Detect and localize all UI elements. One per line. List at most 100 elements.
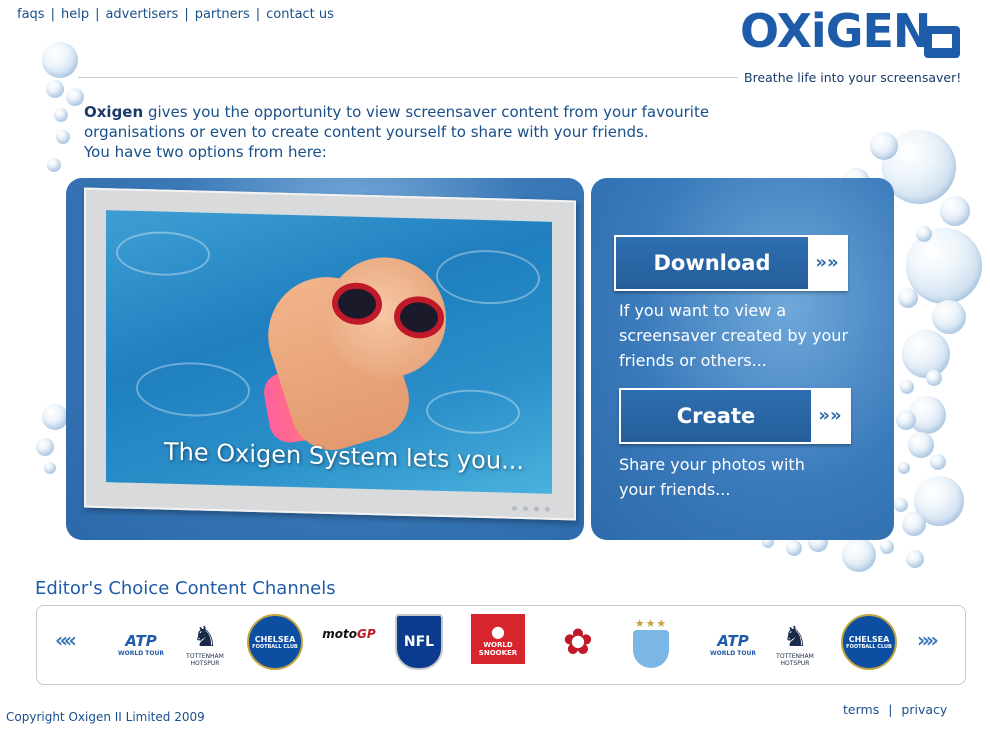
download-button-label: Download [653,251,771,275]
nav-partners-link[interactable]: partners [195,7,250,22]
chelsea-logo-sub: FOOTBALL CLUB [846,643,892,650]
intro-line-1-text: gives you the opportunity to view screen… [143,103,710,121]
bubble-decoration [56,130,70,144]
create-description: Share your photos with your friends... [619,455,805,499]
bubble-decoration [880,540,894,554]
channel-tottenham[interactable]: ♞ TOTTENHAM HOTSPUR [775,614,815,674]
nav-separator: | [184,7,189,22]
bubble-decoration [908,432,934,458]
goggles-left [332,282,382,326]
bubble-decoration [842,538,876,572]
atp-logo-text: ATP [125,631,157,650]
bubble-decoration [47,158,61,172]
bubble-decoration [930,454,946,470]
logo-tagline: Breathe life into your screensaver! [744,70,962,85]
terms-link[interactable]: terms [843,702,879,717]
nav-help-link[interactable]: help [61,7,89,22]
bubble-decoration [940,196,970,226]
stars-icon: ★★★ [634,616,668,630]
monitor-frame: The Oxigen System lets you... [84,187,576,521]
chelsea-logo-text: CHELSEA [848,634,890,644]
bubble-decoration [898,462,910,474]
intro-line-3: You have two options from here: [84,143,327,161]
water-caustic [436,248,540,306]
bubble-decoration [916,226,932,242]
bubble-decoration [902,512,926,536]
bubble-decoration [46,80,64,98]
options-panel: Download »» If you want to view a screen… [591,178,894,540]
channel-motogp[interactable]: moto GP [317,614,381,654]
tottenham-logo-text: TOTTENHAM HOTSPUR [186,653,224,667]
header-divider [78,77,738,78]
nav-faqs-link[interactable]: faqs [17,7,45,22]
double-chevron-right-icon: »» [808,237,846,289]
water-caustic [116,230,210,277]
nav-contact-us-link[interactable]: contact us [266,7,334,22]
bubble-decoration [44,462,56,474]
goggles-right [394,295,444,339]
logo-wordmark: OXiGEN [740,4,931,58]
nav-separator: | [95,7,100,22]
bubble-decoration [66,88,84,106]
snooker-logo-text: WORLD SNOOKER [478,640,518,657]
download-description: If you want to view a screensaver create… [619,301,849,370]
channel-chelsea[interactable]: CHELSEA FOOTBALL CLUB [841,614,897,670]
nav-advertisers-link[interactable]: advertisers [105,7,178,22]
channel-tottenham[interactable]: ♞ TOTTENHAM HOTSPUR [185,614,225,674]
motogp-logo-text: moto [322,627,358,641]
footer-separator: | [888,702,893,717]
bubble-decoration [42,404,68,430]
carousel-next-icon[interactable]: »» [917,628,939,652]
bubble-decoration [902,330,950,378]
privacy-link[interactable]: privacy [901,702,947,717]
motogp-logo-accent: GP [357,627,376,641]
carousel-prev-icon[interactable]: «« [55,628,77,652]
water-caustic [426,388,520,435]
oxigen-logo[interactable]: OXiGEN Breathe life into your screensave… [738,4,968,90]
channels-heading: Editor's Choice Content Channels [35,578,336,599]
copyright-text: Copyright Oxigen II Limited 2009 [6,710,205,724]
intro-line-2: organisations or even to create content … [84,123,649,141]
double-chevron-right-icon: »» [811,390,849,442]
bubble-decoration [42,42,78,78]
rose-icon: ✿ [562,621,594,663]
tottenham-logo-text: TOTTENHAM HOTSPUR [776,653,814,667]
atp-logo-text: ATP [717,631,749,650]
bubble-decoration [54,108,68,122]
channel-world-snooker[interactable]: ● WORLD SNOOKER [471,614,525,664]
screensaver-preview-image: The Oxigen System lets you... [106,210,552,494]
bubble-decoration [906,550,924,568]
channel-england-rugby[interactable]: ✿ [555,614,601,670]
atp-logo-sub: WORLD TOUR [118,649,164,657]
channels-carousel: «« ATP WORLD TOUR ♞ TOTTENHAM HOTSPUR CH… [36,605,966,685]
monitor-buttons [512,505,550,512]
channel-nfl[interactable]: NFL [395,614,443,670]
download-button[interactable]: Download »» [614,235,848,291]
bubble-decoration [894,498,908,512]
footer-nav: terms | privacy [843,702,947,717]
cockerel-icon: ♞ [192,620,218,653]
bubble-decoration [896,410,916,430]
chelsea-logo-text: CHELSEA [254,634,296,644]
mcfc-shield-icon [633,629,669,668]
bubble-decoration [898,288,918,308]
bubble-decoration [926,370,942,386]
bubble-decoration [870,132,898,160]
chelsea-logo-sub: FOOTBALL CLUB [252,643,298,650]
atp-logo-sub: WORLD TOUR [710,649,756,657]
cockerel-icon: ♞ [782,620,808,653]
snooker-ball-icon: ● [491,621,505,641]
channel-atp[interactable]: ATP WORLD TOUR [111,614,171,674]
create-button-label: Create [676,404,756,428]
bubble-decoration [786,540,802,556]
nfl-logo-text: NFL [403,634,435,650]
intro-line-1: Oxigen gives you the opportunity to view… [84,102,764,122]
create-button[interactable]: Create »» [619,388,851,444]
channel-atp[interactable]: ATP WORLD TOUR [703,614,763,674]
channel-man-city[interactable]: ★★★ [627,614,675,670]
feature-panel: The Oxigen System lets you... [66,178,584,540]
intro-text: Oxigen gives you the opportunity to view… [84,102,764,162]
channel-chelsea[interactable]: CHELSEA FOOTBALL CLUB [247,614,303,670]
nav-separator: | [50,7,55,22]
water-caustic [136,360,250,418]
